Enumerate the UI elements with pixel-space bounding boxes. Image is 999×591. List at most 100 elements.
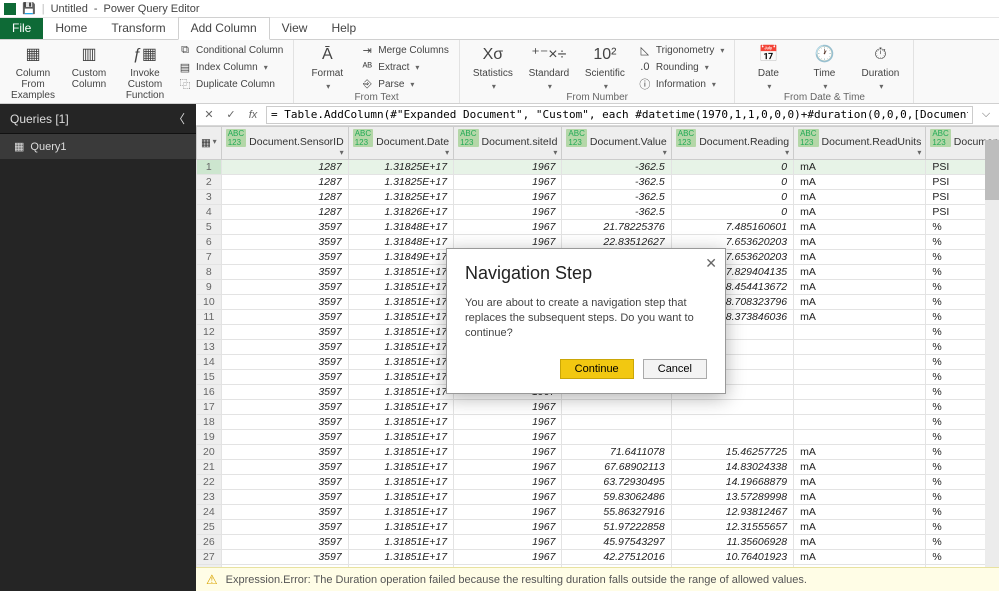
time-button[interactable]: 🕐Time [799, 42, 849, 92]
format-button[interactable]: ĀFormat [302, 42, 352, 92]
row-number[interactable]: 15 [197, 370, 222, 385]
data-cell[interactable]: mA [794, 445, 926, 460]
data-cell[interactable]: 1967 [454, 400, 562, 415]
data-cell[interactable]: 1967 [454, 445, 562, 460]
data-cell[interactable]: -362.5 [562, 205, 671, 220]
tab-home[interactable]: Home [43, 18, 99, 39]
data-cell[interactable]: 42.27512016 [562, 550, 671, 565]
tab-add-column[interactable]: Add Column [178, 17, 270, 40]
duration-button[interactable]: ⏱Duration [855, 42, 905, 92]
row-number[interactable]: 3 [197, 190, 222, 205]
information-button[interactable]: ⓘInformation [636, 76, 727, 92]
duplicate-column-button[interactable]: ⿻Duplicate Column [176, 76, 285, 92]
data-cell[interactable] [794, 430, 926, 445]
continue-button[interactable]: Continue [560, 359, 634, 379]
scrollbar-track[interactable] [985, 140, 999, 567]
data-cell[interactable] [794, 400, 926, 415]
data-cell[interactable]: 1.31851E+17 [348, 475, 453, 490]
data-cell[interactable]: 1.31851E+17 [348, 505, 453, 520]
data-cell[interactable]: mA [794, 475, 926, 490]
data-cell[interactable]: 1.31851E+17 [348, 340, 453, 355]
data-cell[interactable]: 71.6411078 [562, 445, 671, 460]
conditional-column-button[interactable]: ⧉Conditional Column [176, 42, 285, 58]
data-cell[interactable]: 1.31851E+17 [348, 355, 453, 370]
data-cell[interactable]: 1967 [454, 520, 562, 535]
row-number[interactable]: 8 [197, 265, 222, 280]
data-cell[interactable]: 1.31851E+17 [348, 385, 453, 400]
table-row[interactable]: 2335971.31851E+17196759.8306248613.57289… [197, 490, 999, 505]
data-cell[interactable] [794, 415, 926, 430]
row-number[interactable]: 21 [197, 460, 222, 475]
data-cell[interactable]: mA [794, 535, 926, 550]
merge-columns-button[interactable]: ⇥Merge Columns [358, 42, 451, 58]
row-number[interactable]: 11 [197, 310, 222, 325]
data-cell[interactable]: 1.31851E+17 [348, 310, 453, 325]
tab-view[interactable]: View [270, 18, 320, 39]
row-number[interactable]: 12 [197, 325, 222, 340]
row-number[interactable]: 14 [197, 355, 222, 370]
data-cell[interactable]: 3597 [221, 355, 348, 370]
data-cell[interactable]: 3597 [221, 325, 348, 340]
data-cell[interactable] [794, 340, 926, 355]
data-cell[interactable]: 1.31851E+17 [348, 325, 453, 340]
data-cell[interactable]: 3597 [221, 535, 348, 550]
data-cell[interactable]: 3597 [221, 370, 348, 385]
data-cell[interactable]: 0 [671, 205, 793, 220]
formula-input[interactable] [266, 106, 973, 124]
data-cell[interactable]: 1967 [454, 550, 562, 565]
table-row[interactable]: 2035971.31851E+17196771.641107815.462577… [197, 445, 999, 460]
qat-save-icon[interactable]: 💾 [22, 2, 36, 15]
data-cell[interactable]: 3597 [221, 235, 348, 250]
data-cell[interactable]: 7.485160601 [671, 220, 793, 235]
data-cell[interactable]: 14.83024338 [671, 460, 793, 475]
data-cell[interactable] [562, 430, 671, 445]
data-cell[interactable] [671, 430, 793, 445]
data-cell[interactable] [562, 415, 671, 430]
tab-file[interactable]: File [0, 18, 43, 39]
data-cell[interactable]: 1967 [454, 220, 562, 235]
data-cell[interactable]: mA [794, 160, 926, 175]
data-cell[interactable]: 3597 [221, 475, 348, 490]
data-cell[interactable]: mA [794, 265, 926, 280]
data-cell[interactable]: 1.31851E+17 [348, 280, 453, 295]
data-cell[interactable]: 1967 [454, 475, 562, 490]
table-row[interactable]: 412871.31826E+171967-362.50mAPSIError [197, 205, 999, 220]
scientific-button[interactable]: 10²Scientific [580, 42, 630, 92]
data-cell[interactable]: 3597 [221, 310, 348, 325]
table-row[interactable]: 112871.31825E+171967-362.50mAPSIError [197, 160, 999, 175]
table-row[interactable]: 1935971.31851E+171967%Error [197, 430, 999, 445]
data-cell[interactable]: 1967 [454, 415, 562, 430]
data-cell[interactable]: 1.31851E+17 [348, 400, 453, 415]
table-row[interactable]: 2135971.31851E+17196767.6890211314.83024… [197, 460, 999, 475]
tab-transform[interactable]: Transform [99, 18, 177, 39]
data-cell[interactable]: mA [794, 175, 926, 190]
row-number[interactable]: 27 [197, 550, 222, 565]
table-row[interactable]: 2735971.31851E+17196742.2751201610.76401… [197, 550, 999, 565]
row-number[interactable]: 26 [197, 535, 222, 550]
data-cell[interactable]: 0 [671, 175, 793, 190]
data-cell[interactable]: mA [794, 310, 926, 325]
column-header[interactable]: ABC123Document.Value▾ [562, 127, 671, 160]
data-cell[interactable]: mA [794, 235, 926, 250]
table-row[interactable]: 2535971.31851E+17196751.9722285812.31555… [197, 520, 999, 535]
row-number[interactable]: 13 [197, 340, 222, 355]
data-cell[interactable]: 1967 [454, 430, 562, 445]
row-number[interactable]: 24 [197, 505, 222, 520]
data-cell[interactable]: 3597 [221, 430, 348, 445]
data-cell[interactable] [794, 355, 926, 370]
row-number[interactable]: 18 [197, 415, 222, 430]
data-cell[interactable]: -362.5 [562, 175, 671, 190]
data-cell[interactable]: 1.31825E+17 [348, 190, 453, 205]
data-cell[interactable]: 1.31851E+17 [348, 415, 453, 430]
data-cell[interactable]: 13.57289998 [671, 490, 793, 505]
data-cell[interactable]: 1.31851E+17 [348, 430, 453, 445]
data-cell[interactable]: 3597 [221, 265, 348, 280]
data-cell[interactable]: 1.31851E+17 [348, 535, 453, 550]
date-button[interactable]: 📅Date [743, 42, 793, 92]
data-cell[interactable]: 67.68902113 [562, 460, 671, 475]
data-cell[interactable]: 1.31848E+17 [348, 220, 453, 235]
data-cell[interactable]: 1.31825E+17 [348, 175, 453, 190]
table-row[interactable]: 312871.31825E+171967-362.50mAPSIError [197, 190, 999, 205]
data-cell[interactable]: mA [794, 505, 926, 520]
data-cell[interactable]: 1967 [454, 490, 562, 505]
